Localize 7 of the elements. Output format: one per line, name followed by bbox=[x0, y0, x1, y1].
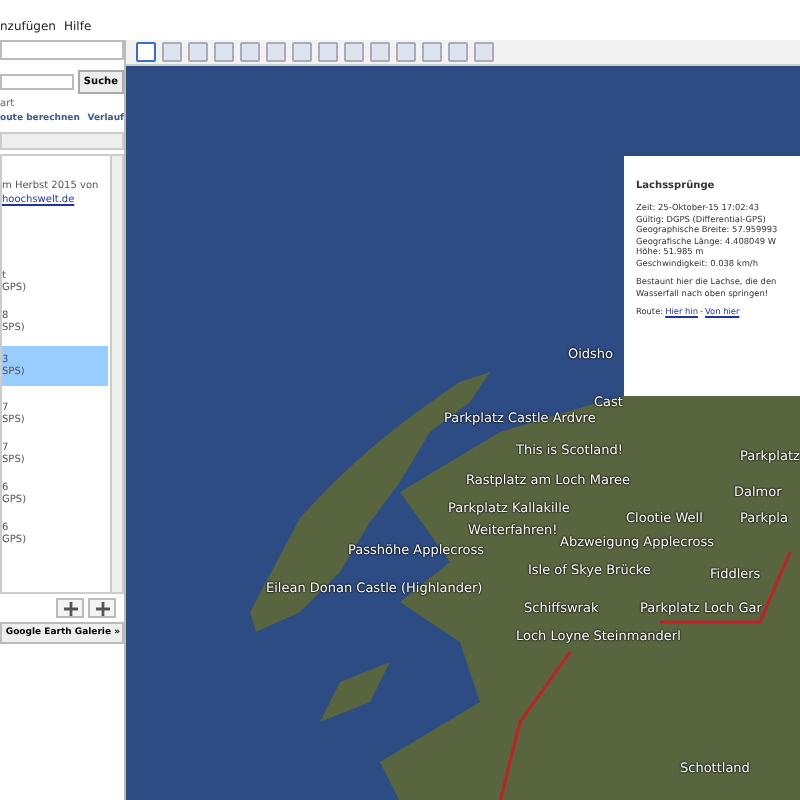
add-placemark-button[interactable] bbox=[88, 598, 116, 618]
places-header bbox=[0, 132, 124, 150]
add-folder-button[interactable] bbox=[56, 598, 84, 618]
satellite-map[interactable] bbox=[126, 66, 800, 800]
search-input[interactable] bbox=[0, 74, 74, 90]
search-field[interactable] bbox=[0, 40, 124, 60]
scrollbar[interactable] bbox=[110, 156, 122, 592]
